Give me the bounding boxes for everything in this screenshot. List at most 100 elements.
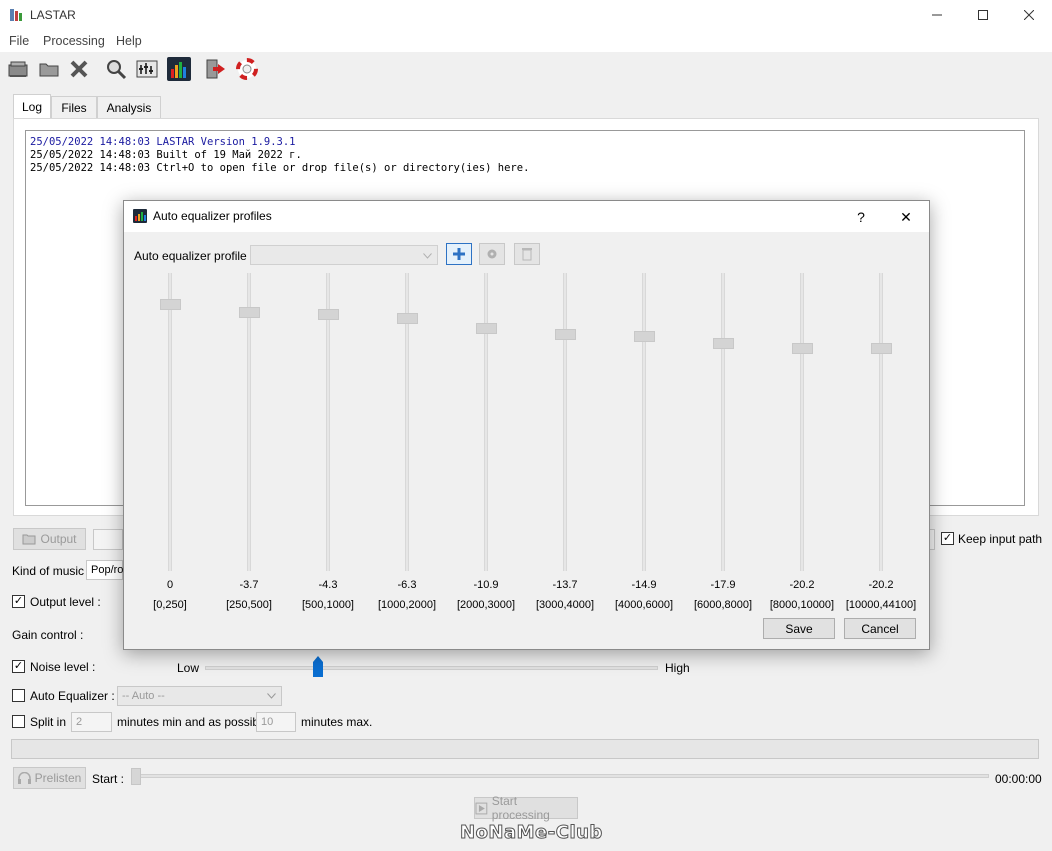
noise-level-label: Noise level : [30, 660, 96, 674]
eq-band-slider[interactable] [484, 273, 488, 571]
profile-select[interactable] [250, 245, 438, 265]
eq-band-range: [250,500] [226, 599, 272, 611]
process-icon [475, 802, 488, 814]
eq-band: -17.9 [6000,8000] [682, 271, 762, 611]
eq-band-range: [4000,6000] [614, 599, 674, 611]
tab-files[interactable]: Files [51, 96, 97, 118]
eq-band-slider[interactable] [563, 273, 567, 571]
eq-band-slider-handle[interactable] [476, 322, 497, 334]
split-min-input[interactable]: 2 [71, 712, 112, 732]
app-logo-icon [10, 9, 22, 21]
prelisten-button[interactable]: Prelisten [13, 767, 86, 789]
start-position-slider[interactable] [131, 774, 989, 778]
eq-band-value: -4.3 [318, 579, 338, 591]
noise-level-slider[interactable] [205, 666, 658, 670]
kind-of-music-label: Kind of music : [12, 564, 91, 578]
split-max-text: minutes max. [301, 715, 373, 729]
dialog-close-button[interactable]: ✕ [894, 205, 918, 229]
add-profile-button[interactable] [446, 243, 472, 265]
auto-equalizer-icon [133, 209, 147, 223]
eq-band-slider-handle[interactable] [871, 342, 892, 354]
save-profile-button[interactable] [479, 243, 505, 265]
eq-band-value: -6.3 [397, 579, 417, 591]
minimize-button[interactable] [914, 0, 960, 30]
watermark: NoNaMe-Club [460, 822, 603, 844]
time-display: 00:00:00 [995, 772, 1042, 786]
eq-band-slider-handle[interactable] [792, 342, 813, 354]
auto-equalizer-profiles-dialog: Auto equalizer profiles ? ✕ Auto equaliz… [123, 200, 930, 650]
eq-band-range: [2000,3000] [456, 599, 516, 611]
keep-input-path-checkbox[interactable]: ✓ [941, 532, 954, 545]
auto-equalizer-button[interactable] [167, 57, 191, 81]
noise-level-slider-handle[interactable] [312, 656, 324, 678]
menu-bar: File Processing Help [0, 30, 1052, 52]
eq-band-value: -10.9 [473, 579, 499, 591]
start-processing-button[interactable]: Start processing [474, 794, 578, 822]
eq-band: 0 [0,250] [129, 271, 209, 611]
equalizer-settings-icon [136, 60, 158, 78]
close-icon [70, 60, 88, 78]
help-lifebuoy-icon [236, 58, 258, 80]
split-min-value: 2 [76, 716, 83, 728]
split-max-input[interactable]: 10 [256, 712, 296, 732]
auto-equalizer-icon [167, 57, 191, 81]
eq-band: -4.3 [500,1000] [287, 271, 367, 611]
noise-level-checkbox[interactable]: ✓ [12, 660, 25, 673]
eq-band-slider-handle[interactable] [555, 328, 576, 340]
open-folder-button[interactable] [37, 57, 61, 81]
exit-button[interactable] [204, 57, 228, 81]
eq-band-slider-handle[interactable] [318, 308, 339, 320]
auto-equalizer-select[interactable]: -- Auto -- [117, 686, 282, 706]
eq-band-slider[interactable] [879, 273, 883, 571]
start-label: Start : [92, 772, 125, 786]
toolbar [0, 52, 1052, 88]
menu-help[interactable]: Help [116, 34, 142, 48]
eq-band-slider-handle[interactable] [397, 312, 418, 324]
open-file-button[interactable] [6, 57, 30, 81]
start-position-handle[interactable] [131, 768, 141, 785]
eq-band: -10.9 [2000,3000] [445, 271, 525, 611]
gain-control-label: Gain control : [12, 628, 84, 642]
tab-analysis[interactable]: Analysis [97, 96, 161, 118]
eq-band-range: [8000,10000] [769, 599, 835, 611]
eq-band-range: [6000,8000] [693, 599, 753, 611]
split-in-checkbox[interactable] [12, 715, 25, 728]
kind-of-music-select[interactable]: Pop/ro [86, 560, 123, 580]
help-button[interactable] [235, 57, 259, 81]
menu-file[interactable]: File [9, 34, 29, 48]
trash-icon [522, 248, 532, 261]
dialog-help-button[interactable]: ? [849, 205, 873, 229]
chevron-down-icon [423, 253, 432, 259]
eq-band-value: 0 [166, 579, 174, 591]
menu-processing[interactable]: Processing [43, 34, 105, 48]
auto-equalizer-checkbox[interactable] [12, 689, 25, 702]
tab-log[interactable]: Log [13, 94, 51, 118]
kind-of-music-value: Pop/ro [91, 564, 124, 576]
close-window-button[interactable] [1006, 0, 1052, 30]
eq-band-slider-handle[interactable] [634, 331, 655, 343]
equalizer-settings-button[interactable] [135, 57, 159, 81]
eq-band-slider-handle[interactable] [713, 337, 734, 349]
eq-band-slider[interactable] [800, 273, 804, 571]
delete-profile-button[interactable] [514, 243, 540, 265]
eq-band: -6.3 [1000,2000] [366, 271, 446, 611]
close-file-button[interactable] [67, 57, 91, 81]
save-button[interactable]: Save [763, 618, 835, 639]
eq-band-slider[interactable] [721, 273, 725, 571]
eq-band-slider-handle[interactable] [239, 307, 260, 319]
eq-band-slider[interactable] [642, 273, 646, 571]
output-button[interactable]: Output [13, 528, 86, 550]
analyze-button[interactable] [104, 57, 128, 81]
maximize-button[interactable] [960, 0, 1006, 30]
gear-icon [487, 249, 497, 259]
eq-band-slider-handle[interactable] [160, 299, 181, 311]
auto-equalizer-label: Auto Equalizer : [30, 689, 115, 703]
output-level-checkbox[interactable]: ✓ [12, 595, 25, 608]
eq-band: -20.2 [8000,10000] [761, 271, 841, 611]
output-path-field[interactable] [93, 529, 123, 550]
eq-band-value: -13.7 [552, 579, 578, 591]
cancel-button[interactable]: Cancel [844, 618, 916, 639]
eq-band: -14.9 [4000,6000] [603, 271, 683, 611]
eq-band-range: [500,1000] [302, 599, 354, 611]
eq-band-slider[interactable] [168, 273, 172, 571]
